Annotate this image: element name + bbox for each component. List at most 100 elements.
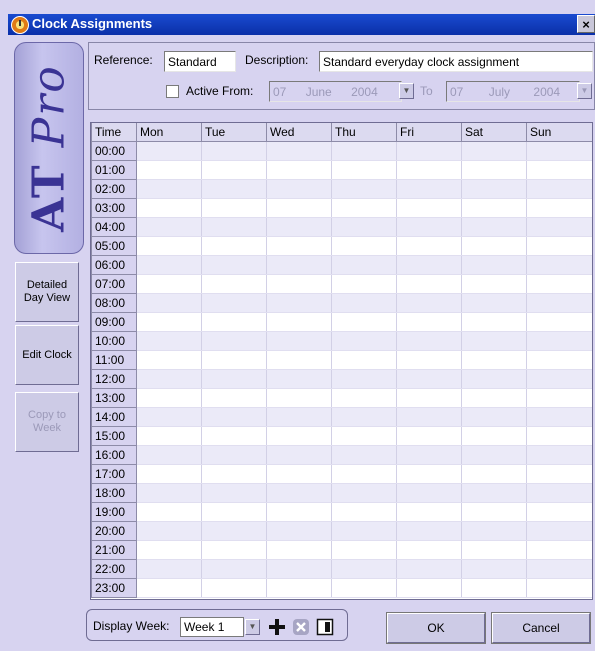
slot-wed[interactable] xyxy=(266,540,332,560)
slot-tue[interactable] xyxy=(201,331,267,351)
slot-wed[interactable] xyxy=(266,198,332,218)
slot-fri[interactable] xyxy=(396,331,462,351)
slot-fri[interactable] xyxy=(396,464,462,484)
slot-wed[interactable] xyxy=(266,521,332,541)
slot-mon[interactable] xyxy=(136,521,202,541)
slot-mon[interactable] xyxy=(136,274,202,294)
slot-sun[interactable] xyxy=(526,483,592,503)
slot-sat[interactable] xyxy=(461,369,527,389)
slot-sat[interactable] xyxy=(461,141,527,161)
slot-tue[interactable] xyxy=(201,521,267,541)
to-date-picker[interactable]: 07 July 2004 xyxy=(446,81,580,102)
slot-mon[interactable] xyxy=(136,369,202,389)
slot-wed[interactable] xyxy=(266,407,332,427)
slot-tue[interactable] xyxy=(201,369,267,389)
slot-thu[interactable] xyxy=(331,540,397,560)
slot-mon[interactable] xyxy=(136,236,202,256)
slot-sun[interactable] xyxy=(526,540,592,560)
slot-sat[interactable] xyxy=(461,483,527,503)
slot-fri[interactable] xyxy=(396,274,462,294)
slot-thu[interactable] xyxy=(331,559,397,579)
slot-tue[interactable] xyxy=(201,217,267,237)
slot-fri[interactable] xyxy=(396,388,462,408)
slot-thu[interactable] xyxy=(331,198,397,218)
slot-fri[interactable] xyxy=(396,217,462,237)
slot-thu[interactable] xyxy=(331,407,397,427)
slot-mon[interactable] xyxy=(136,331,202,351)
slot-tue[interactable] xyxy=(201,255,267,275)
slot-thu[interactable] xyxy=(331,445,397,465)
schedule-grid[interactable]: Time Mon Tue Wed Thu Fri Sat Sun 00:00 01… xyxy=(90,122,593,600)
slot-sun[interactable] xyxy=(526,445,592,465)
slot-thu[interactable] xyxy=(331,236,397,256)
slot-sat[interactable] xyxy=(461,464,527,484)
slot-thu[interactable] xyxy=(331,312,397,332)
description-input[interactable]: Standard everyday clock assignment xyxy=(319,51,593,72)
slot-sat[interactable] xyxy=(461,198,527,218)
slot-wed[interactable] xyxy=(266,483,332,503)
slot-mon[interactable] xyxy=(136,312,202,332)
close-button[interactable]: × xyxy=(577,15,595,33)
slot-thu[interactable] xyxy=(331,521,397,541)
slot-tue[interactable] xyxy=(201,445,267,465)
slot-wed[interactable] xyxy=(266,293,332,313)
slot-wed[interactable] xyxy=(266,236,332,256)
slot-sun[interactable] xyxy=(526,141,592,161)
plus-icon[interactable] xyxy=(267,618,287,638)
slot-tue[interactable] xyxy=(201,236,267,256)
ok-button[interactable]: OK xyxy=(386,612,486,644)
slot-thu[interactable] xyxy=(331,331,397,351)
slot-mon[interactable] xyxy=(136,464,202,484)
slot-mon[interactable] xyxy=(136,293,202,313)
slot-tue[interactable] xyxy=(201,578,267,598)
slot-wed[interactable] xyxy=(266,141,332,161)
slot-fri[interactable] xyxy=(396,559,462,579)
slot-wed[interactable] xyxy=(266,312,332,332)
slot-wed[interactable] xyxy=(266,559,332,579)
slot-mon[interactable] xyxy=(136,502,202,522)
slot-thu[interactable] xyxy=(331,255,397,275)
slot-thu[interactable] xyxy=(331,464,397,484)
slot-sun[interactable] xyxy=(526,521,592,541)
from-date-dropdown[interactable]: ▼ xyxy=(399,83,414,99)
slot-tue[interactable] xyxy=(201,274,267,294)
slot-fri[interactable] xyxy=(396,521,462,541)
slot-mon[interactable] xyxy=(136,217,202,237)
slot-sun[interactable] xyxy=(526,388,592,408)
slot-sun[interactable] xyxy=(526,369,592,389)
slot-wed[interactable] xyxy=(266,217,332,237)
slot-tue[interactable] xyxy=(201,293,267,313)
slot-sun[interactable] xyxy=(526,407,592,427)
delete-icon[interactable] xyxy=(291,618,311,638)
slot-fri[interactable] xyxy=(396,502,462,522)
slot-sat[interactable] xyxy=(461,255,527,275)
slot-wed[interactable] xyxy=(266,160,332,180)
slot-sat[interactable] xyxy=(461,559,527,579)
slot-sun[interactable] xyxy=(526,217,592,237)
slot-mon[interactable] xyxy=(136,426,202,446)
slot-tue[interactable] xyxy=(201,483,267,503)
slot-tue[interactable] xyxy=(201,502,267,522)
slot-wed[interactable] xyxy=(266,426,332,446)
slot-thu[interactable] xyxy=(331,350,397,370)
detailed-day-view-button[interactable]: Detailed Day View xyxy=(15,262,79,322)
slot-thu[interactable] xyxy=(331,274,397,294)
slot-sat[interactable] xyxy=(461,293,527,313)
slot-sat[interactable] xyxy=(461,236,527,256)
slot-fri[interactable] xyxy=(396,426,462,446)
to-date-dropdown[interactable]: ▼ xyxy=(577,83,592,99)
week-select-dropdown[interactable]: ▼ xyxy=(245,619,260,635)
slot-fri[interactable] xyxy=(396,578,462,598)
slot-wed[interactable] xyxy=(266,331,332,351)
slot-mon[interactable] xyxy=(136,578,202,598)
slot-sat[interactable] xyxy=(461,160,527,180)
slot-sat[interactable] xyxy=(461,445,527,465)
slot-sun[interactable] xyxy=(526,255,592,275)
slot-mon[interactable] xyxy=(136,179,202,199)
slot-fri[interactable] xyxy=(396,293,462,313)
slot-sun[interactable] xyxy=(526,312,592,332)
slot-sun[interactable] xyxy=(526,502,592,522)
slot-thu[interactable] xyxy=(331,293,397,313)
cancel-button[interactable]: Cancel xyxy=(491,612,591,644)
slot-mon[interactable] xyxy=(136,483,202,503)
